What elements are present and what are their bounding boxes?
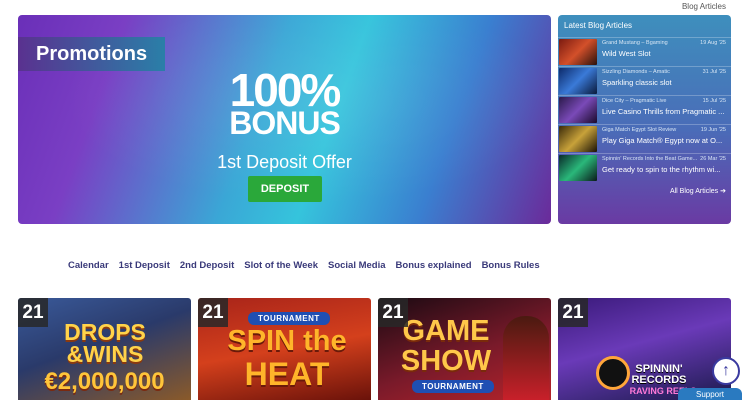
tile-day-number: 21 (378, 298, 408, 327)
blog-item-date: 26 Mar '25 (700, 156, 726, 162)
tile-day-number: 21 (198, 298, 228, 327)
page: Blog Articles Promotions 100% BONUS 1st … (0, 0, 750, 400)
blog-item[interactable]: Giga Match Egypt Slot Review 19 Jun '25 … (558, 124, 731, 152)
blog-item[interactable]: Sizzling Diamonds – Amatic 31 Jul '25 Sp… (558, 66, 731, 94)
tile-title-line2: HEAT (244, 356, 330, 392)
tile-title-line1: DROPS (64, 319, 146, 345)
tile-title-line2: RECORDS (631, 374, 687, 386)
promo-tile-drops-wins[interactable]: DROPS &WINS €2,000,000 21 (18, 298, 191, 400)
blog-item-title: Get ready to spin to the rhythm wi... (602, 165, 721, 174)
blog-thumbnail (559, 155, 597, 181)
blog-item[interactable]: Spinnin' Records Into the Beat Game... 2… (558, 153, 731, 181)
latest-blog-panel: Latest Blog Articles Grand Mustang – Bga… (558, 15, 731, 224)
blog-item-date: 19 Aug '25 (700, 40, 726, 46)
scroll-to-top-button[interactable]: ↑ (712, 357, 740, 385)
promotions-title: Promotions (18, 37, 165, 71)
promo-tile-spin-the-heat[interactable]: TOURNAMENT SPIN the HEAT 21 (198, 298, 371, 400)
hero-subtitle: 1st Deposit Offer (217, 152, 352, 172)
blog-panel-title: Latest Blog Articles (564, 21, 633, 30)
tile-day-number: 21 (18, 298, 48, 327)
blog-item-date: 31 Jul '25 (702, 69, 726, 75)
tile-prize: €2,000,000 (44, 368, 165, 395)
promo-tile-spinnin-records[interactable]: SPINNIN' RECORDS RAVING REELS 21 (558, 298, 731, 400)
blog-item-title: Wild West Slot (602, 49, 651, 58)
blog-item-title: Play Giga Match® Egypt now at O... (602, 136, 723, 145)
nav-1st-deposit[interactable]: 1st Deposit (119, 260, 170, 271)
blog-item-meta: Spinnin' Records Into the Beat Game... (602, 156, 698, 162)
blog-item-meta: Grand Mustang – Bgaming (602, 40, 668, 46)
blog-articles-link[interactable]: Blog Articles (682, 2, 726, 11)
nav-slot-of-the-week[interactable]: Slot of the Week (244, 260, 318, 271)
blog-item-meta: Sizzling Diamonds – Amatic (602, 69, 670, 75)
promotions-hero-banner: Promotions 100% BONUS 1st Deposit Offer … (18, 15, 551, 224)
all-blog-articles-link[interactable]: All Blog Articles ➔ (670, 187, 726, 195)
tile-title-line1: SPIN the (227, 325, 347, 357)
blog-thumbnail (559, 126, 597, 152)
nav-2nd-deposit[interactable]: 2nd Deposit (180, 260, 234, 271)
deposit-button[interactable]: DEPOSIT (248, 176, 322, 202)
nav-calendar[interactable]: Calendar (68, 260, 109, 271)
blog-item[interactable]: Dice City – Pragmatic Live 15 Jul '25 Li… (558, 95, 731, 123)
blog-thumbnail (559, 39, 597, 65)
nav-social-media[interactable]: Social Media (328, 260, 386, 271)
blog-item-meta: Dice City – Pragmatic Live (602, 98, 667, 104)
tile-title-line1: SPINNIN' (635, 363, 683, 375)
blog-item[interactable]: Grand Mustang – Bgaming 19 Aug '25 Wild … (558, 37, 731, 65)
blog-item-meta: Giga Match Egypt Slot Review (602, 127, 677, 133)
promo-tile-game-show[interactable]: GAME SHOW TOURNAMENT 21 (378, 298, 551, 400)
blog-thumbnail (559, 68, 597, 94)
hero-headline-bonus: BONUS (229, 105, 341, 141)
tile-tournament-badge: TOURNAMENT (412, 380, 494, 393)
blog-item-title: Sparkling classic slot (602, 78, 672, 87)
host-figure (503, 316, 549, 400)
nav-bonus-explained[interactable]: Bonus explained (396, 260, 472, 271)
blog-item-date: 15 Jul '25 (702, 98, 726, 104)
tile-tournament-badge: TOURNAMENT (248, 312, 330, 325)
blog-item-title: Live Casino Thrills from Pragmatic ... (602, 107, 725, 116)
tile-title-line2: SHOW (400, 345, 492, 377)
tile-day-number: 21 (558, 298, 588, 327)
blog-item-date: 19 Jun '25 (700, 127, 726, 133)
support-button[interactable]: Support (678, 388, 742, 400)
promotions-nav: Calendar 1st Deposit 2nd Deposit Slot of… (68, 260, 550, 271)
tile-title-line2: &WINS (66, 341, 144, 367)
nav-bonus-rules[interactable]: Bonus Rules (482, 260, 540, 271)
blog-thumbnail (559, 97, 597, 123)
